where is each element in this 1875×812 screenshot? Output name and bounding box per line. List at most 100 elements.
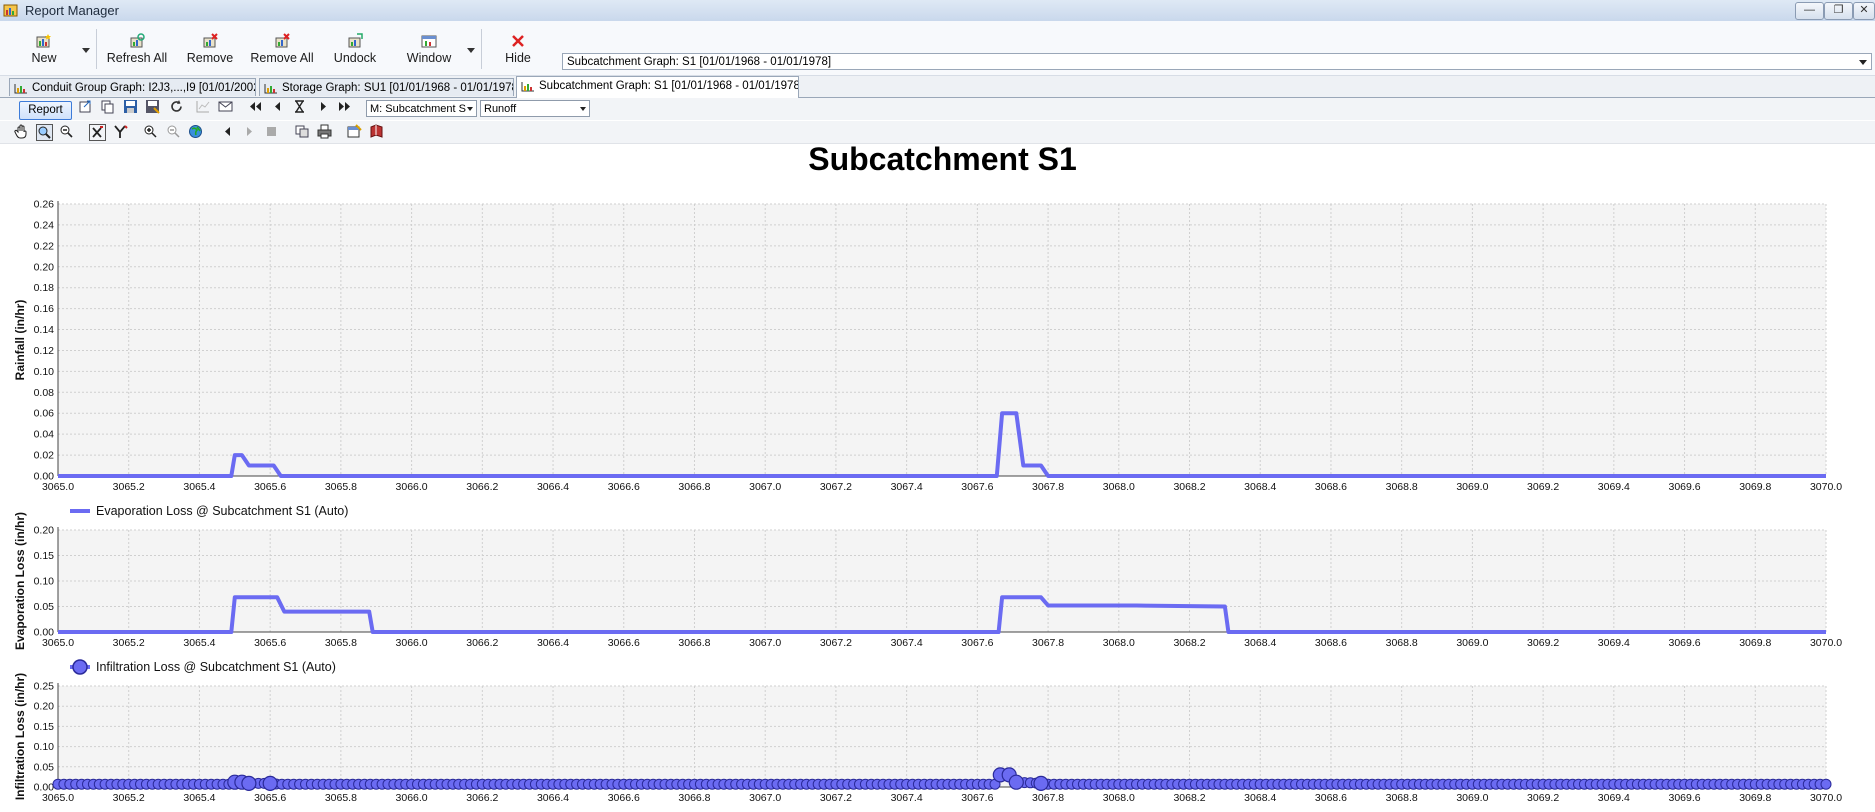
- ribbon-separator: [96, 29, 97, 69]
- legend-label: Infiltration Loss @ Subcatchment S1 (Aut…: [96, 660, 336, 674]
- y-tick-label: 0.20: [34, 525, 55, 537]
- series-marker: [241, 775, 257, 792]
- x-tick-label: 3067.4: [891, 481, 923, 493]
- copy-icon[interactable]: [100, 99, 115, 114]
- zoom-out-box-icon[interactable]: [59, 124, 74, 139]
- y-tick-label: 0.05: [34, 761, 55, 773]
- y-tick-label: 0.20: [34, 261, 55, 273]
- remove-all-button[interactable]: Remove All: [250, 33, 314, 73]
- x-tick-label: 3066.6: [608, 792, 640, 804]
- remove-all-icon: [275, 33, 290, 48]
- save-as-icon[interactable]: [145, 99, 160, 114]
- envelope-icon[interactable]: [218, 99, 233, 114]
- globe-icon[interactable]: [188, 124, 203, 139]
- remove-label: Remove: [186, 51, 234, 65]
- x-tick-label: 3069.2: [1527, 792, 1559, 804]
- restore-button[interactable]: ❐: [1824, 2, 1853, 20]
- undock-button[interactable]: Undock: [333, 33, 377, 73]
- x-tick-label: 3068.8: [1386, 481, 1418, 493]
- model-combo[interactable]: M: Subcatchment S: [366, 100, 477, 117]
- x-tick-label: 3068.4: [1244, 792, 1276, 804]
- tab-label: Subcatchment Graph: S1 [01/01/1968 - 01/…: [539, 80, 799, 92]
- export-icon[interactable]: [78, 99, 93, 114]
- zoom-box-icon[interactable]: [36, 124, 53, 141]
- y-axis-label: Infiltration Loss (in/hr): [13, 673, 27, 800]
- book-icon[interactable]: [369, 124, 384, 139]
- y-tick-label: 0.06: [34, 408, 55, 420]
- x-tick-label: 3067.0: [749, 637, 781, 649]
- x-tick-label: 3067.0: [749, 792, 781, 804]
- zoom-in-icon[interactable]: [143, 124, 158, 139]
- new-button[interactable]: New: [28, 33, 60, 73]
- graph-selector-dropdown[interactable]: Subcatchment Graph: S1 [01/01/1968 - 01/…: [562, 53, 1872, 70]
- y-tick-label: 0.02: [34, 450, 55, 462]
- x-tick-label: 3069.2: [1527, 481, 1559, 493]
- undock-label: Undock: [333, 51, 377, 65]
- last-icon[interactable]: [337, 99, 352, 114]
- print-icon[interactable]: [317, 124, 332, 139]
- first-icon[interactable]: [248, 99, 263, 114]
- hide-button[interactable]: Hide: [503, 33, 533, 73]
- save-icon[interactable]: [123, 99, 138, 114]
- window-dropdown-arrow[interactable]: [467, 48, 475, 53]
- variable-combo-value: Runoff: [484, 103, 517, 115]
- previous-icon[interactable]: [270, 99, 285, 114]
- legend-marker: [72, 659, 88, 675]
- minimize-button[interactable]: —: [1795, 2, 1824, 20]
- x-tick-label: 3067.2: [820, 792, 852, 804]
- tab-conduit-group-graph[interactable]: Conduit Group Graph: I2J3,...,I9 [01/01/…: [9, 78, 256, 96]
- x-tick-label: 3066.8: [678, 792, 710, 804]
- remove-icon: [203, 33, 218, 48]
- ribbon-separator: [481, 29, 482, 69]
- chevron-down-icon: [580, 107, 586, 111]
- x-tick-label: 3069.6: [1668, 637, 1700, 649]
- copy-image-icon[interactable]: [295, 124, 310, 139]
- back-icon[interactable]: [220, 124, 235, 139]
- pan-hand-icon[interactable]: [14, 124, 29, 139]
- chart-icon: [521, 82, 534, 92]
- zoom-out-icon[interactable]: [166, 124, 181, 139]
- refresh-all-button[interactable]: Refresh All: [106, 33, 168, 73]
- tab-storage-graph[interactable]: Storage Graph: SU1 [01/01/1968 - 01/01/1…: [259, 78, 514, 96]
- x-tick-label: 3067.4: [891, 637, 923, 649]
- y-axis-icon[interactable]: [113, 124, 128, 139]
- x-tick-label: 3067.8: [1032, 481, 1064, 493]
- refresh-icon[interactable]: [169, 99, 184, 114]
- chart-icon: [14, 84, 27, 94]
- window-icon: [421, 35, 437, 48]
- variable-combo[interactable]: Runoff: [480, 100, 590, 117]
- close-button[interactable]: ✕: [1853, 2, 1875, 20]
- x-axis-icon[interactable]: [89, 124, 106, 141]
- x-tick-label: 3065.4: [183, 792, 215, 804]
- properties-icon[interactable]: [347, 124, 362, 139]
- new-dropdown-arrow[interactable]: [82, 48, 90, 53]
- y-tick-label: 0.04: [34, 429, 55, 441]
- series-marker: [1008, 774, 1024, 790]
- x-tick-label: 3068.0: [1103, 481, 1135, 493]
- x-tick-label: 3065.6: [254, 481, 286, 493]
- chart-panel-3: 0.000.050.100.150.200.253065.0 3065.2 3065…: [13, 659, 1842, 804]
- y-tick-label: 0.15: [34, 550, 55, 562]
- x-tick-label: 3070.0: [1810, 481, 1842, 493]
- x-tick-label: 3065.2: [113, 792, 145, 804]
- new-label: New: [31, 51, 57, 65]
- x-tick-label: 3067.6: [961, 792, 993, 804]
- y-tick-label: 0.24: [34, 219, 55, 231]
- x-tick-label: 3068.0: [1103, 792, 1135, 804]
- x-tick-label: 3069.4: [1598, 792, 1630, 804]
- x-tick-label: 3066.8: [678, 637, 710, 649]
- hourglass-icon[interactable]: [292, 99, 307, 114]
- app-icon: [3, 4, 18, 17]
- x-tick-label: 3069.6: [1668, 481, 1700, 493]
- y-tick-label: 0.10: [34, 741, 55, 753]
- x-tick-label: 3067.4: [891, 792, 923, 804]
- stop-icon: [267, 127, 276, 136]
- report-button[interactable]: Report: [19, 101, 72, 120]
- window-button[interactable]: Window: [405, 33, 453, 73]
- remove-button[interactable]: Remove: [185, 33, 235, 73]
- report-tabs: Conduit Group Graph: I2J3,...,I9 [01/01/…: [0, 76, 1875, 98]
- x-tick-label: 3069.0: [1456, 637, 1488, 649]
- next-icon[interactable]: [316, 99, 331, 114]
- tab-subcatchment-graph[interactable]: Subcatchment Graph: S1 [01/01/1968 - 01/…: [516, 76, 799, 98]
- x-tick-label: 3068.4: [1244, 481, 1276, 493]
